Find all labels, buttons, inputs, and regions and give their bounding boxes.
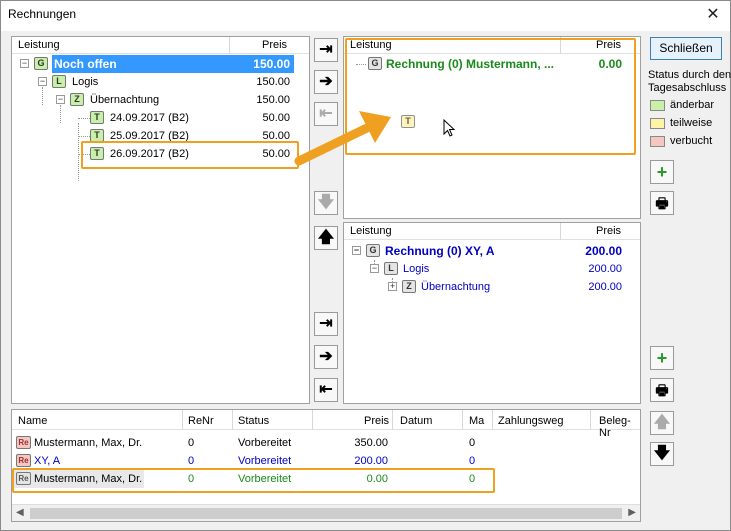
table-row[interactable]: Re Mustermann, Max, Dr. 0 Vorbereitet 35… [12, 434, 640, 452]
logis-badge-icon: L [384, 262, 398, 275]
header-preis[interactable]: Preis [262, 39, 287, 51]
tag-badge-icon: T [90, 111, 104, 124]
invoice-price: 200.00 [588, 281, 622, 293]
window-title: Rechnungen [8, 7, 77, 21]
invoice-row[interactable]: + Z Übernachtung 200.00 [344, 278, 640, 296]
tree-label: Übernachtung [90, 94, 160, 106]
print-icon-2[interactable]: 🖶 [650, 378, 674, 402]
col-datum[interactable]: Datum [400, 415, 432, 427]
group-badge-icon: G [366, 244, 380, 257]
tree-row-uebernachtung[interactable]: − Z Übernachtung 150.00 [12, 91, 309, 109]
cell-renr: 0 [188, 437, 195, 449]
tree-row-noch-offen[interactable]: − G Noch offen 150.00 [12, 55, 309, 73]
legend-title: Status durch den Tagesabschluss [648, 69, 731, 94]
col-name[interactable]: Name [18, 415, 47, 427]
scroll-right-icon[interactable]: ▶ [628, 507, 636, 518]
invoice-badge-icon: Re [16, 454, 31, 467]
close-icon[interactable]: ✕ [702, 4, 724, 26]
move-right-button-2[interactable]: ➔ [314, 345, 338, 369]
cell-preis: 350.00 [354, 437, 388, 449]
scrollbar-thumb[interactable] [30, 508, 622, 519]
tree-header: Leistung Preis [12, 37, 309, 54]
collapse-icon[interactable]: − [370, 264, 379, 273]
tree-price: 150.00 [256, 94, 290, 106]
up-arrow-button[interactable]: 🡅 [650, 411, 674, 435]
drag-arrow-icon [294, 111, 391, 166]
title-bar: Rechnungen ✕ [1, 1, 730, 31]
add-invoice-button-2[interactable]: + [650, 346, 674, 370]
legend-label: verbucht [670, 135, 713, 147]
legend-label: teilweise [670, 117, 713, 129]
tree-label: Logis [72, 76, 99, 88]
schliessen-button[interactable]: Schließen [650, 37, 722, 60]
scroll-left-icon[interactable]: ◀ [16, 507, 24, 518]
col-ma[interactable]: Ma [469, 415, 484, 427]
highlight-frame-table [12, 468, 495, 493]
col-zahlungsweg[interactable]: Zahlungsweg [498, 415, 563, 427]
tree-row-day[interactable]: T 24.09.2017 (B2) 50.00 [12, 109, 309, 127]
collapse-icon[interactable]: − [20, 59, 29, 68]
rechnungen-window: Rechnungen ✕ Leistung Preis − G Noch off… [0, 0, 731, 531]
group-badge-icon: G [34, 57, 48, 70]
invoice-label: Rechnung (0) XY, A [385, 244, 495, 258]
invoice-price: 200.00 [588, 263, 622, 275]
tree-price: 50.00 [262, 112, 290, 124]
header-leistung[interactable]: Leistung [18, 39, 60, 51]
header-preis[interactable]: Preis [596, 225, 621, 237]
col-renr[interactable]: ReNr [188, 415, 214, 427]
collapse-icon[interactable]: − [352, 246, 361, 255]
invoice-row[interactable]: − L Logis 200.00 [344, 260, 640, 278]
highlight-frame-left [81, 141, 299, 169]
down-arrow-button[interactable]: 🡇 [650, 442, 674, 466]
tree-price: 150.00 [256, 76, 290, 88]
invoice-bottom-tree: Leistung Preis − G Rechnung (0) XY, A 20… [343, 222, 641, 404]
zimmer-badge-icon: Z [70, 93, 84, 106]
tree-label: 24.09.2017 (B2) [110, 112, 189, 124]
move-right-button[interactable]: ➔ [314, 70, 338, 94]
cell-ma: 0 [469, 437, 476, 449]
down-button[interactable]: 🡇 [314, 191, 338, 215]
move-all-right-button-2[interactable]: ⇥ [314, 312, 338, 336]
invoice-label: Logis [403, 263, 430, 275]
logis-badge-icon: L [52, 75, 66, 88]
table-header: Name ReNr Status Preis Datum Ma Zahlungs… [12, 410, 640, 439]
cell-name: Mustermann, Max, Dr. [34, 437, 143, 449]
expand-icon[interactable]: + [388, 282, 397, 291]
zimmer-badge-icon: Z [402, 280, 416, 293]
header-leistung[interactable]: Leistung [350, 225, 392, 237]
up-button[interactable]: 🡅 [314, 226, 338, 250]
invoice-row[interactable]: − G Rechnung (0) XY, A 200.00 [344, 242, 640, 260]
legend-swatch [650, 100, 665, 111]
move-all-right-button[interactable]: ⇥ [314, 38, 338, 62]
col-preis[interactable]: Preis [364, 415, 389, 427]
collapse-icon[interactable]: − [56, 95, 65, 104]
invoice-price: 200.00 [585, 244, 622, 258]
print-icon[interactable]: 🖶 [650, 191, 674, 215]
open-items-tree: Leistung Preis − G Noch offen 150.00 − L… [11, 36, 310, 404]
legend-label: änderbar [670, 99, 715, 111]
tree-row-logis[interactable]: − L Logis 150.00 [12, 73, 309, 91]
legend-swatch [650, 118, 665, 129]
legend-swatch [650, 136, 665, 147]
tree-price: 150.00 [253, 57, 290, 71]
invoice-label: Übernachtung [421, 281, 491, 293]
add-invoice-button[interactable]: + [650, 160, 674, 184]
col-status[interactable]: Status [238, 415, 269, 427]
invoice-bottom-header: Leistung Preis [344, 223, 640, 240]
horizontal-scrollbar[interactable]: ◀ ▶ [12, 504, 640, 521]
cell-status: Vorbereitet [238, 437, 292, 449]
tree-row-selection: Noch offen 150.00 [52, 55, 294, 73]
collapse-icon[interactable]: − [38, 77, 47, 86]
move-all-left-button-2[interactable]: ⇤ [314, 378, 338, 402]
tree-label: Noch offen [54, 57, 117, 71]
invoice-badge-icon: Re [16, 436, 31, 449]
